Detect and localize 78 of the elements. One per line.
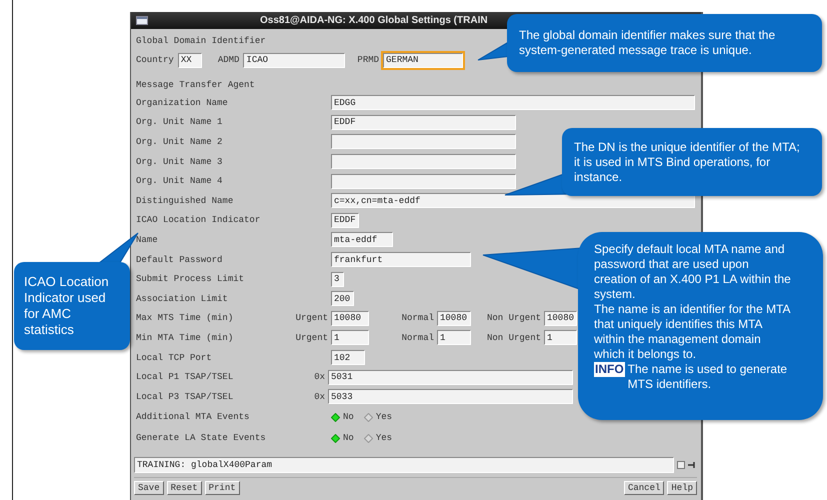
field-label: Distinguished Name xyxy=(136,196,234,206)
field-label: Country xyxy=(136,55,174,65)
input-field[interactable]: 5031 xyxy=(328,370,573,385)
section-heading: Message Transfer Agent xyxy=(136,79,255,92)
field-label: Org. Unit Name 3 xyxy=(136,156,224,167)
field-label: Org. Unit Name 4 xyxy=(136,176,224,186)
field-label: ADMD xyxy=(218,55,240,65)
status-field[interactable]: TRAINING: globalX400Param xyxy=(134,456,674,472)
input-field[interactable]: EDDF xyxy=(331,212,359,228)
radio-option[interactable]: Yes xyxy=(364,412,392,422)
input-field[interactable]: c=xx,cn=mta-eddf xyxy=(331,193,695,208)
input-field[interactable]: mta-eddf xyxy=(331,232,393,248)
input-field[interactable]: EDGG xyxy=(331,95,695,110)
window-title: Oss81@AIDA-NG: X.400 Global Settings (TRAIN xyxy=(260,15,488,26)
radio-icon[interactable] xyxy=(331,412,340,422)
info-badge: INFO xyxy=(594,362,625,377)
input-field[interactable]: 3 xyxy=(331,272,344,287)
input-field[interactable]: 200 xyxy=(331,291,354,306)
input-field[interactable]: 1 xyxy=(331,330,369,346)
input-field[interactable]: GERMAN xyxy=(383,52,464,68)
field-label: Urgent xyxy=(294,332,328,343)
input-field[interactable] xyxy=(331,174,516,189)
radio-option[interactable]: No xyxy=(331,412,354,422)
input-field[interactable]: 5033 xyxy=(328,389,573,404)
field-label: Local P1 TSAP/TSEL xyxy=(136,372,234,382)
input-field[interactable] xyxy=(331,154,516,170)
pin-icon[interactable] xyxy=(688,460,696,468)
hex-prefix: 0x xyxy=(313,392,326,402)
input-field[interactable]: 10080 xyxy=(437,310,471,326)
input-field[interactable]: 1 xyxy=(544,330,577,346)
field-label: Name xyxy=(136,234,159,245)
action-button[interactable]: Help xyxy=(667,480,697,494)
field-label: Additional MTA Events xyxy=(136,412,250,422)
radio-icon[interactable] xyxy=(364,412,373,422)
input-field[interactable] xyxy=(331,134,516,150)
radio-option[interactable]: No xyxy=(331,433,354,443)
field-label: Min MTA Time (min) xyxy=(136,332,234,343)
hex-prefix: 0x xyxy=(313,372,326,382)
field-label: Urgent xyxy=(294,313,328,324)
callout-text: The global domain identifier makes sure that the system-generated message trace is unique. xyxy=(519,28,776,58)
field-label: Non Urgent xyxy=(486,313,541,324)
action-button[interactable]: Cancel xyxy=(624,480,664,494)
radio-option[interactable]: Yes xyxy=(364,433,392,443)
field-label: Generate LA State Events xyxy=(136,433,267,443)
field-label: ICAO Location Indicator xyxy=(136,215,262,226)
action-button[interactable]: Save xyxy=(134,480,164,494)
input-field[interactable]: 102 xyxy=(331,350,365,366)
field-label: Org. Unit Name 2 xyxy=(136,136,224,147)
input-field[interactable]: frankfurt xyxy=(331,252,471,268)
radio-icon[interactable] xyxy=(331,434,340,442)
callout-text: The DN is the unique identifier of the MTA; it is used in MTS Bind operations, for instance. xyxy=(574,140,801,184)
field-label: Default Password xyxy=(136,254,224,265)
input-field[interactable]: 10080 xyxy=(544,310,577,326)
input-field[interactable]: 1 xyxy=(437,330,471,346)
input-field[interactable]: 10080 xyxy=(331,310,369,326)
callout-text: The name is used to generate MTS identifiers. xyxy=(628,362,788,392)
input-field[interactable]: EDDF xyxy=(331,114,516,130)
field-label: PRMD xyxy=(357,55,380,65)
field-label: Normal xyxy=(400,332,434,343)
field-label: Org. Unit Name 1 xyxy=(136,117,224,128)
callout-text: Specify default local MTA name and password that are used upon creation of an X.400 P1 LA within the system. The name is an identifier for the MTA that uniquely identifies this MTA within the management domain which it belongs to. xyxy=(594,242,792,362)
action-button[interactable]: Print xyxy=(204,480,240,494)
field-label: Association Limit xyxy=(136,294,229,304)
toggle-icon[interactable] xyxy=(677,460,685,468)
radio-icon[interactable] xyxy=(364,434,373,442)
field-label: Max MTS Time (min) xyxy=(136,313,234,324)
action-button[interactable]: Reset xyxy=(166,480,202,494)
window-menu-icon[interactable] xyxy=(136,16,148,25)
field-label: Non Urgent xyxy=(486,332,541,343)
input-field[interactable]: ICAO xyxy=(243,52,346,68)
input-field[interactable]: XX xyxy=(178,52,202,68)
field-label: Normal xyxy=(400,313,434,324)
field-label: Local TCP Port xyxy=(136,352,213,363)
field-label: Organization Name xyxy=(136,98,229,108)
field-label: Submit Process Limit xyxy=(136,274,246,284)
callout-text: ICAO Location Indicator used for AMC statistics xyxy=(24,274,110,338)
field-label: Local P3 TSAP/TSEL xyxy=(136,392,234,402)
section-heading: Global Domain Identifier xyxy=(136,35,266,48)
